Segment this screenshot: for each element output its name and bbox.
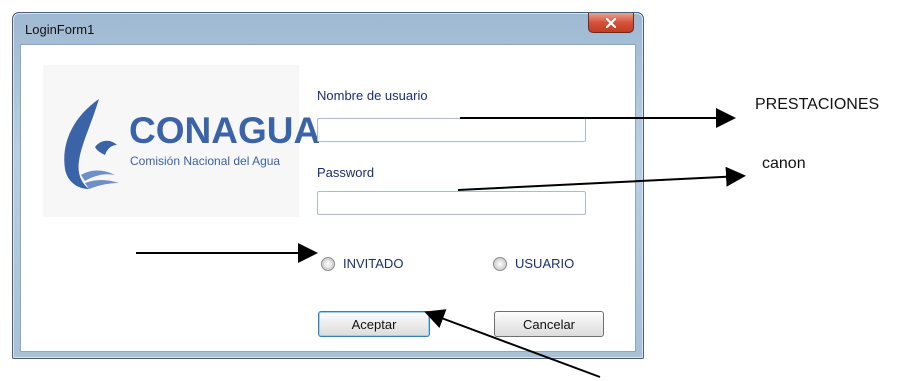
arrow-to-accept xyxy=(424,309,601,378)
arrow-to-canon xyxy=(457,166,746,191)
annotation-arrows xyxy=(136,108,746,378)
